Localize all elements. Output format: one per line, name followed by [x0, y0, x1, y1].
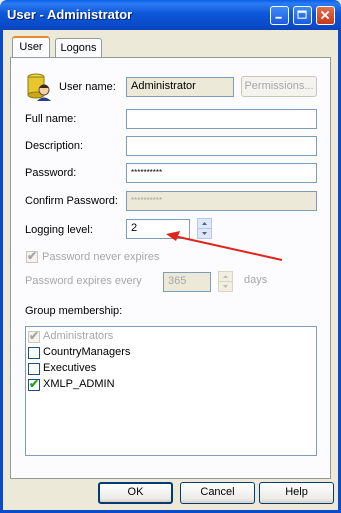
confirm-password-label: Confirm Password: — [25, 195, 118, 207]
close-icon — [320, 10, 330, 20]
minimize-button[interactable] — [270, 6, 289, 25]
logging-level-label: Logging level: — [25, 224, 93, 236]
password-field[interactable]: ********** — [126, 163, 317, 183]
annotation-arrow — [166, 231, 283, 261]
days-label: days — [244, 274, 268, 286]
cancel-button[interactable]: Cancel — [180, 482, 255, 504]
confirm-password-field[interactable]: ********** — [126, 191, 317, 211]
password-never-expires-checkbox[interactable]: ✔ — [26, 249, 38, 263]
ok-button[interactable]: OK — [98, 482, 173, 504]
tab-user[interactable]: User — [12, 36, 50, 58]
group-membership-list[interactable]: ✔ Administrators CountryManagers Executi… — [25, 326, 317, 456]
password-label: Password: — [25, 167, 77, 179]
password-never-expires-label: Password never expires — [42, 251, 160, 263]
executives-checkbox[interactable] — [28, 363, 40, 375]
maximize-button[interactable] — [293, 6, 312, 25]
description-label: Description: — [25, 140, 84, 152]
permissions-button[interactable]: Permissions... — [241, 76, 317, 97]
full-name-label: Full name: — [25, 113, 77, 125]
help-button[interactable]: Help — [259, 482, 334, 504]
close-button[interactable] — [316, 6, 335, 25]
group-membership-label: Group membership: — [25, 305, 123, 317]
full-name-field[interactable] — [126, 109, 317, 129]
maximize-icon — [297, 10, 307, 19]
group-label: Executives — [43, 362, 97, 374]
tab-logons[interactable]: Logons — [55, 38, 102, 58]
user-name-label: User name: — [59, 81, 116, 93]
checkmark-icon: ✔ — [29, 329, 40, 343]
checkmark-icon: ✔ — [29, 377, 40, 391]
administrators-checkbox[interactable]: ✔ — [28, 329, 40, 343]
arrow-down-icon — [223, 285, 228, 288]
minimize-icon — [275, 16, 282, 19]
user-name-field: Administrator — [126, 77, 234, 97]
expires-down-button[interactable] — [218, 281, 233, 292]
window-title: User - Administrator — [7, 7, 133, 22]
user-avatar-icon — [27, 73, 51, 101]
checkmark-icon: ✔ — [27, 249, 38, 263]
title-bar: User - Administrator — [0, 0, 341, 30]
password-expires-every-field[interactable]: 365 — [163, 272, 211, 292]
description-field[interactable] — [126, 136, 317, 156]
arrow-up-icon — [223, 275, 228, 278]
group-label: XMLP_ADMIN — [43, 378, 115, 390]
group-label: CountryManagers — [43, 346, 131, 358]
group-label: Administrators — [43, 330, 114, 342]
xmlp-admin-checkbox[interactable]: ✔ — [28, 377, 40, 391]
password-expires-every-label: Password expires every — [25, 275, 142, 287]
countrymanagers-checkbox[interactable] — [28, 347, 40, 359]
